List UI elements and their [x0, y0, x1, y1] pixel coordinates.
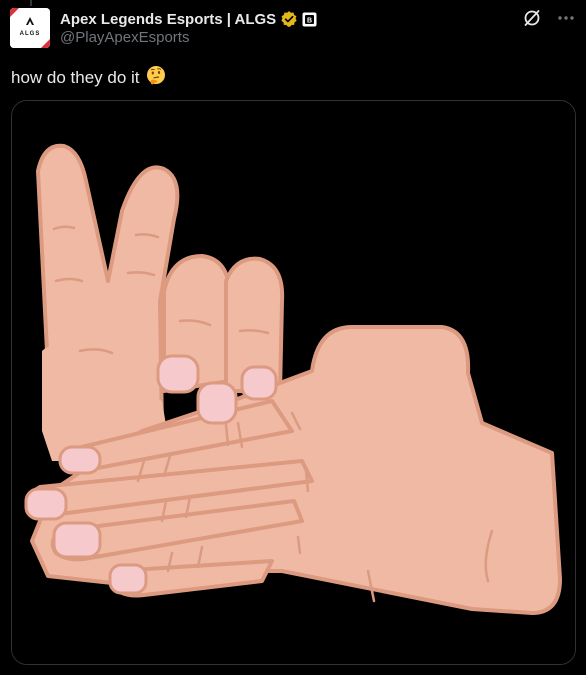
author-handle[interactable]: @PlayApexEsports	[60, 29, 189, 46]
avatar-text: ALGS	[20, 31, 41, 37]
algs-logo-icon: ALGS	[10, 8, 50, 48]
more-icon[interactable]	[556, 8, 576, 28]
tweet-top-actions	[522, 8, 576, 28]
avatar[interactable]: ALGS	[10, 8, 50, 48]
affiliate-badge-label: B	[307, 17, 312, 24]
hands-drawing-image	[12, 101, 575, 664]
thinking-face-emoji-icon	[146, 65, 166, 90]
grok-icon[interactable]	[522, 8, 542, 28]
thread-connector-line	[30, 0, 32, 6]
author-name-row: Apex Legends Esports | ALGS B	[60, 9, 317, 29]
verified-badge-icon[interactable]	[280, 10, 298, 28]
tweet-media-image[interactable]	[11, 100, 576, 665]
affiliate-badge-icon[interactable]: B	[302, 12, 317, 27]
display-name[interactable]: Apex Legends Esports | ALGS	[60, 11, 276, 28]
tweet-body: how do they do it	[11, 67, 140, 87]
tweet-text: how do they do it	[11, 65, 166, 90]
